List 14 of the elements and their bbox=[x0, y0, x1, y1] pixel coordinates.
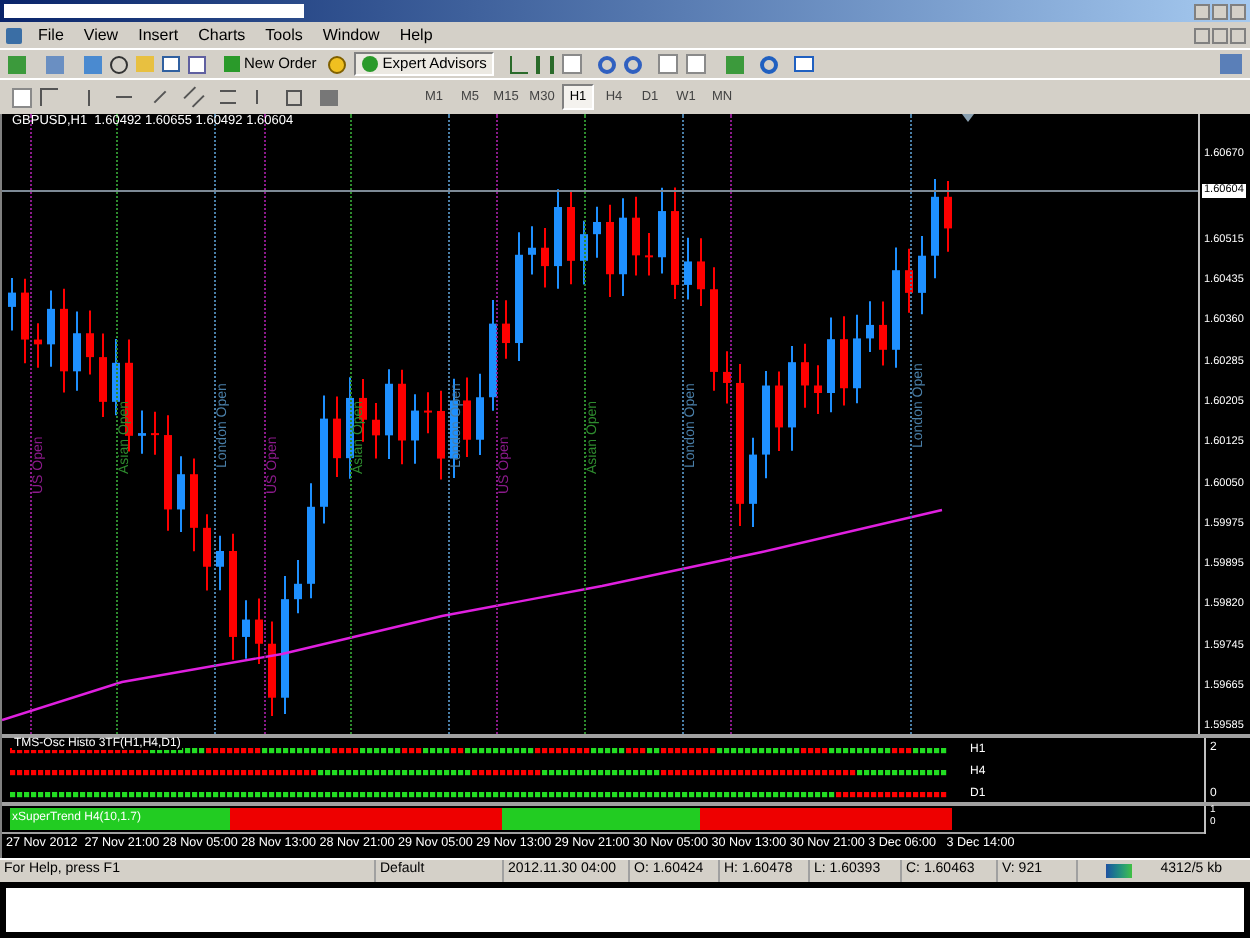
app-icon bbox=[6, 27, 22, 43]
menu-item[interactable]: Insert bbox=[128, 23, 189, 47]
menu-item[interactable]: View bbox=[73, 23, 129, 47]
vertical-line-icon[interactable] bbox=[88, 89, 90, 105]
shift-marker-icon bbox=[962, 114, 974, 122]
menu-item[interactable]: Help bbox=[389, 23, 443, 47]
menu-item[interactable]: Charts bbox=[188, 23, 256, 47]
menu-item[interactable]: Tools bbox=[255, 23, 313, 47]
connection-icon bbox=[1106, 864, 1133, 878]
warning-icon[interactable] bbox=[328, 55, 347, 73]
restore-button[interactable] bbox=[1212, 27, 1228, 43]
menu-item[interactable]: File bbox=[28, 23, 74, 47]
menu-item[interactable]: Window bbox=[312, 23, 390, 47]
maximize-button[interactable] bbox=[1212, 3, 1228, 19]
